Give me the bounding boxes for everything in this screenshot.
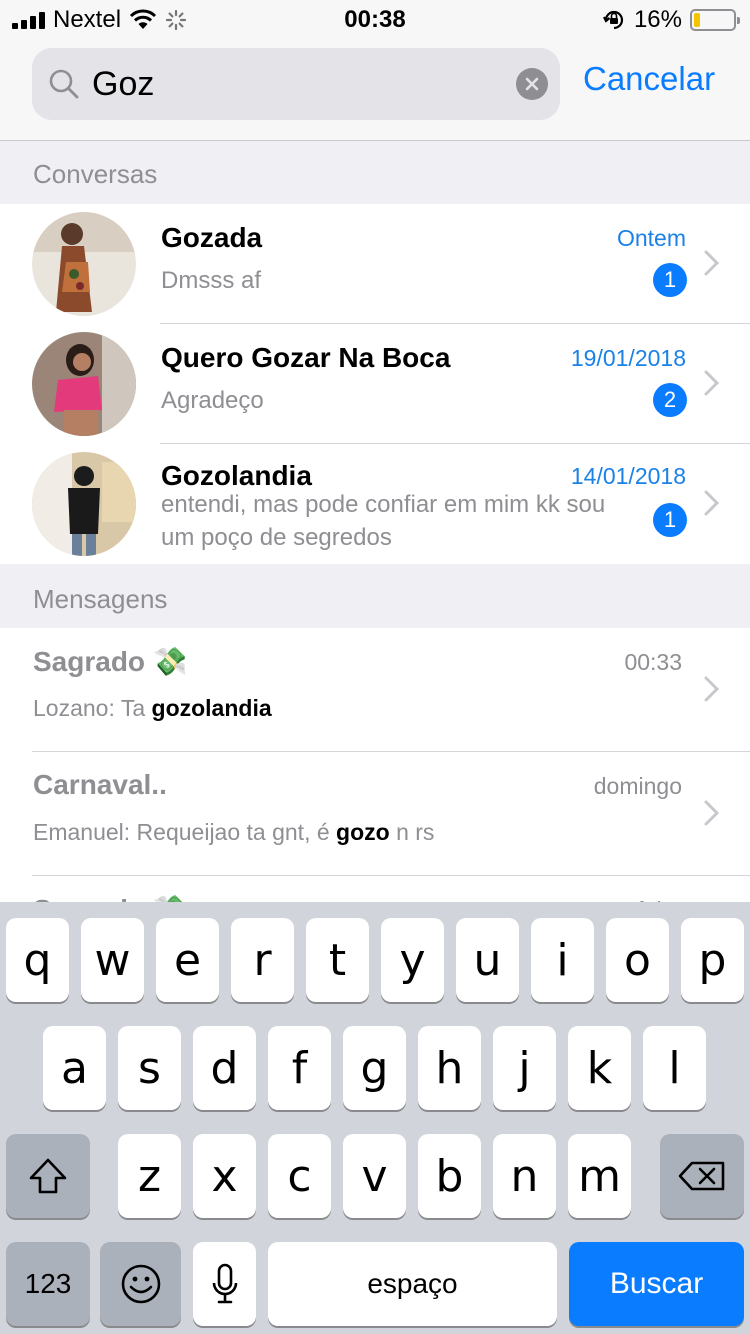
key-b[interactable]: b [418,1134,481,1218]
battery-percent: 16% [633,6,682,33]
section-header-conversations: Conversas [0,141,750,204]
chevron-right-icon [704,800,720,826]
key-h[interactable]: h [418,1026,481,1110]
space-key[interactable]: espaço [268,1242,557,1326]
key-m[interactable]: m [568,1134,631,1218]
unread-badge: 2 [653,383,687,417]
key-f[interactable]: f [268,1026,331,1110]
unread-badge: 1 [653,263,687,297]
cancel-button[interactable]: Cancelar [583,60,715,98]
conversation-preview: Dmsss af [161,267,262,294]
search-input[interactable] [92,48,492,120]
keyboard: qwertyuiop asdfghjkl zxcvbnm 123 espaço [0,902,750,1334]
status-bar-right: 16% [602,6,740,34]
message-result-row[interactable]: Carnaval.. domingo Emanuel: Requeijao ta… [0,752,750,876]
key-v[interactable]: v [343,1134,406,1218]
message-result-row[interactable]: Sagrado 💸 00:33 Lozano: Ta gozolandia [0,628,750,752]
key-l[interactable]: l [643,1026,706,1110]
close-icon [525,77,539,91]
unread-badge: 1 [653,503,687,537]
message-match-highlight: gozolandia [151,695,272,721]
key-u[interactable]: u [456,918,519,1002]
key-d[interactable]: d [193,1026,256,1110]
key-e[interactable]: e [156,918,219,1002]
numbers-key[interactable]: 123 [6,1242,90,1326]
section-title: Mensagens [33,584,168,614]
emoji-icon [121,1264,160,1304]
key-j[interactable]: j [493,1026,556,1110]
key-y[interactable]: y [381,918,444,1002]
conversation-preview: Agradeço [161,387,264,414]
chevron-right-icon [704,370,720,396]
avatar [32,332,136,436]
key-z[interactable]: z [118,1134,181,1218]
conversation-row[interactable]: Gozolandia 14/01/2018 entendi, mas pode … [0,444,750,564]
key-s[interactable]: s [118,1026,181,1110]
key-x[interactable]: x [193,1134,256,1218]
message-sender: Lozano: [33,695,115,721]
chevron-right-icon [704,250,720,276]
key-t[interactable]: t [306,918,369,1002]
conversation-row[interactable]: Gozada Ontem Dmsss af 1 [0,204,750,324]
search-submit-key[interactable]: Buscar [569,1242,744,1326]
section-header-messages: Mensagens [0,564,750,628]
conversation-preview: entendi, mas pode confiar em mim kk sou … [161,491,606,551]
key-o[interactable]: o [606,918,669,1002]
status-bar: Nextel 00:38 16% [0,0,750,40]
message-time: domingo [593,773,682,799]
section-title: Conversas [33,159,158,189]
backspace-icon [678,1161,725,1191]
chevron-right-icon [704,676,720,702]
key-g[interactable]: g [343,1026,406,1110]
key-r[interactable]: r [231,918,294,1002]
message-chat-title: Sagrado 💸 [33,646,188,677]
orientation-lock-icon [602,10,624,30]
key-q[interactable]: q [6,918,69,1002]
search-header: Cancelar [0,40,750,141]
message-sender: Emanuel: [33,819,131,845]
key-a[interactable]: a [43,1026,106,1110]
conversation-row[interactable]: Quero Gozar Na Boca 19/01/2018 Agradeço … [0,324,750,444]
message-snippet: Emanuel: Requeijao ta gnt, é gozo n rs [33,819,434,846]
shift-icon [29,1158,67,1194]
chevron-right-icon [704,490,720,516]
conversation-name: Quero Gozar Na Boca [161,342,451,373]
microphone-key[interactable] [193,1242,256,1326]
message-time: 00:33 [624,649,682,675]
key-w[interactable]: w [81,918,144,1002]
shift-key[interactable] [6,1134,90,1218]
message-text-before: Ta [114,695,152,721]
key-k[interactable]: k [568,1026,631,1110]
key-i[interactable]: i [531,918,594,1002]
microphone-icon [212,1263,237,1304]
key-p[interactable]: p [681,918,744,1002]
avatar [32,452,136,556]
message-text-before: Requeijao ta gnt, é [130,819,337,845]
clear-search-button[interactable] [516,68,548,100]
emoji-key[interactable] [100,1242,181,1326]
backspace-key[interactable] [660,1134,744,1218]
avatar [32,212,136,316]
conversation-date: Ontem [616,225,686,251]
key-c[interactable]: c [268,1134,331,1218]
message-chat-title: Carnaval.. [33,769,167,800]
message-text-after: n rs [389,819,435,845]
search-icon [49,69,79,99]
conversation-date: 19/01/2018 [570,345,686,371]
message-snippet: Lozano: Ta gozolandia [33,695,272,722]
key-n[interactable]: n [493,1134,556,1218]
conversation-date: 14/01/2018 [570,463,686,489]
search-bar[interactable] [32,48,560,120]
message-match-highlight: gozo [336,819,390,845]
conversation-name: Gozada [161,222,263,253]
battery-icon [690,9,740,31]
